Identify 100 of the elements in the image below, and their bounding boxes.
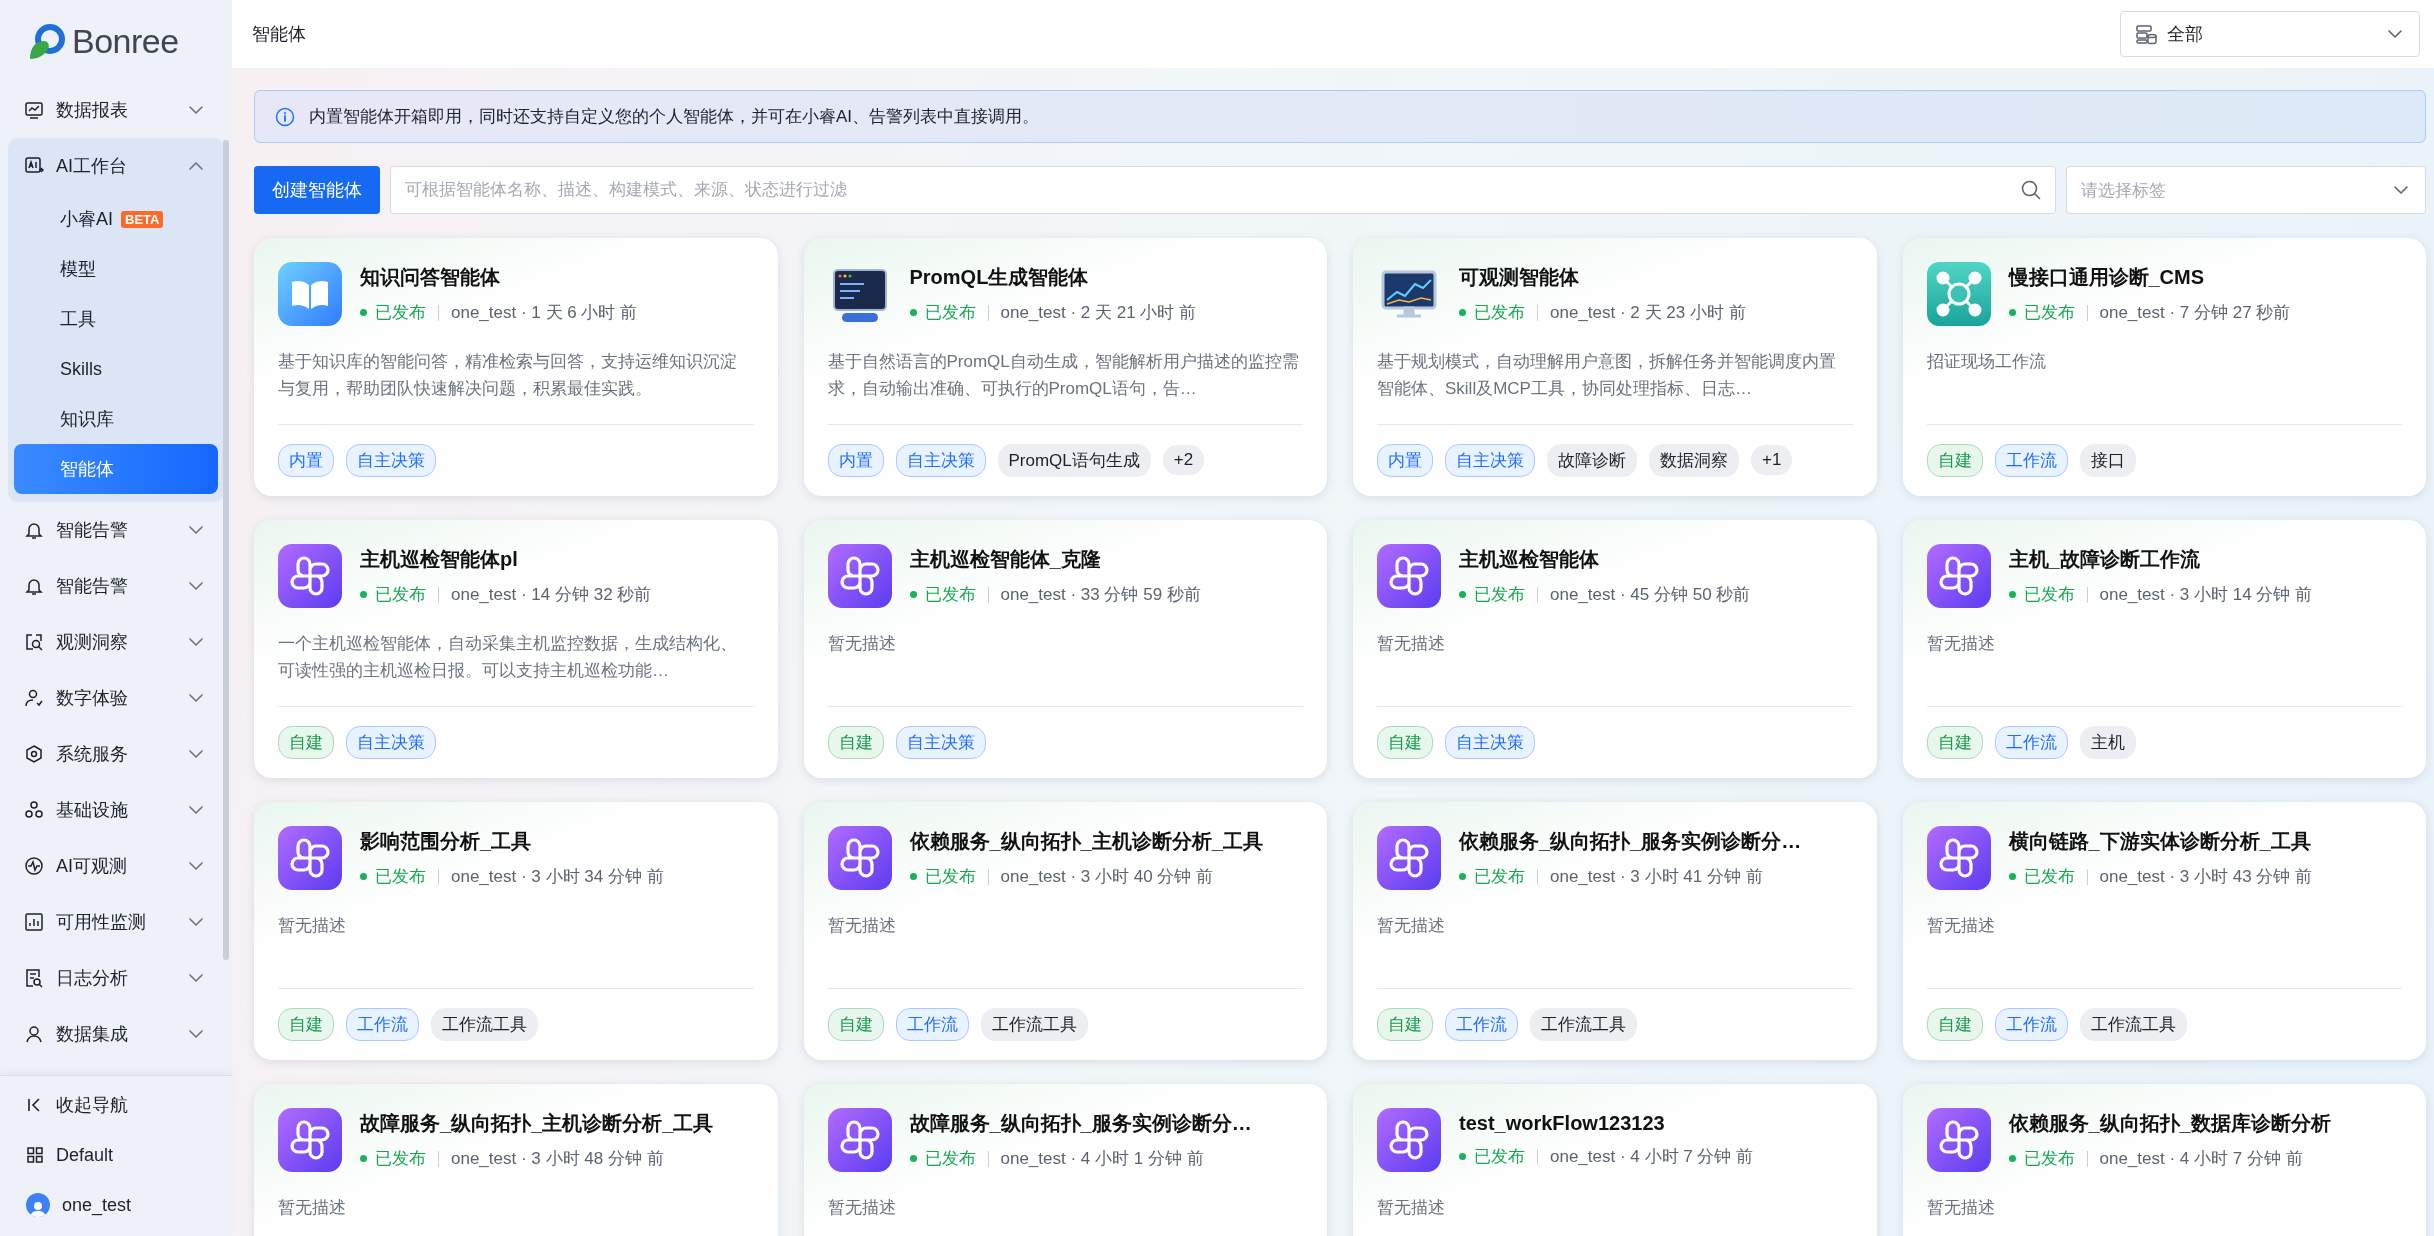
workflow-icon <box>1926 826 1991 890</box>
card-description: 基于规划模式，自动理解用户意图，拆解任务并智能调度内置智能体、Skill及MCP工具，协同处理指标、日志… <box>1377 351 1837 400</box>
nav-subitem[interactable]: Skills <box>14 344 218 394</box>
agent-card[interactable]: test_workFlow123123 已发布 one_test · 4 小时 7 分钟 前 暂无描述 <box>1353 1084 1877 1236</box>
tag: 工作流 <box>1994 725 2068 759</box>
nav-item[interactable]: 数据集成 <box>8 1006 224 1062</box>
status-dot <box>360 1155 367 1162</box>
workflow-icon <box>827 544 892 608</box>
nav-item[interactable]: 观测洞察 <box>8 614 224 670</box>
status-text: 已发布 <box>2023 584 2075 606</box>
card-title: PromQL生成智能体 <box>909 265 1090 290</box>
agent-card[interactable]: 可观测智能体 已发布 one_test · 2 天 23 小时 前 基于规划模式，自动理解用户意图，拆解任务并智能调度内置智能体、Skill及MCP工具，协同处理指标、日志… 内置 自主决策 故障诊断 数据洞察 +1 <box>1353 238 1877 496</box>
status-dot <box>909 591 917 598</box>
logo-text: Bonree <box>72 21 179 61</box>
collapse-nav-button[interactable]: 收起导航 <box>8 1080 224 1130</box>
card-description: 暂无描述 <box>278 915 347 937</box>
banner-text: 内置智能体开箱即用，同时还支持自定义您的个人智能体，并可在小睿AI、告警列表中直接调用。 <box>309 106 1040 128</box>
nav-item[interactable]: 数据报表 <box>8 82 224 138</box>
tag: 自建 <box>278 1007 334 1041</box>
tag: 自建 <box>1926 1007 1983 1041</box>
agent-card[interactable]: 主机_故障诊断工作流 已发布 one_test · 3 小时 14 分钟 前 暂无描述 自建 工作流 主机 <box>1902 520 2426 778</box>
card-description: 暂无描述 <box>1926 1197 1996 1219</box>
search-field[interactable]: 可根据智能体名称、描述、构建模式、来源、状态进行过滤 <box>390 166 2056 214</box>
user-menu[interactable]: one_test <box>8 1180 224 1230</box>
card-title: 慢接口通用诊断_CMS <box>2008 265 2206 290</box>
card-title: 主机_故障诊断工作流 <box>2008 547 2201 572</box>
book-icon <box>278 262 342 326</box>
agent-card[interactable]: 依赖服务_纵向拓扑_服务实例诊断分… 已发布 one_test · 3 小时 41 分钟 前 暂无描述 自建 工作流 工作流工具 <box>1353 802 1877 1060</box>
agent-card[interactable]: 知识问答智能体 已发布 one_test · 1 天 6 小时 前 基于知识库的智能问答，精准检索与回答，支持运维知识沉淀与复用，帮助团队快速解决问题，积累最佳实践。 内置 自主决策 <box>254 238 778 496</box>
pulse-icon <box>24 856 44 876</box>
tag: 自主决策 <box>895 725 986 759</box>
tag: 自主决策 <box>895 443 986 477</box>
info-icon <box>275 106 295 127</box>
nav-subitem[interactable]: 小睿AI BETA <box>14 194 218 244</box>
card-title: 依赖服务_纵向拓扑_主机诊断分析_工具 <box>909 829 1263 854</box>
status-text: 已发布 <box>1474 1146 1525 1168</box>
nav-subitem[interactable]: 知识库 <box>14 394 218 444</box>
agent-card[interactable]: 主机巡检智能体 已发布 one_test · 45 分钟 50 秒前 暂无描述 自建 自主决策 <box>1353 520 1877 778</box>
nav-item[interactable]: AI可观测 <box>8 838 224 894</box>
card-title: test_workFlow123123 <box>1459 1112 1666 1135</box>
agent-card[interactable]: 故障服务_纵向拓扑_主机诊断分析_工具 已发布 one_test · 3 小时 48 分钟 前 暂无描述 <box>254 1084 778 1236</box>
nav-item[interactable]: 智能告警 <box>8 502 224 558</box>
agent-card[interactable]: 故障服务_纵向拓扑_服务实例诊断分… 已发布 one_test · 4 小时 1 分钟 前 暂无描述 <box>803 1084 1327 1236</box>
status-dot <box>1459 873 1466 880</box>
card-meta: one_test · 1 天 6 小时 前 <box>451 302 638 324</box>
agent-card[interactable]: 依赖服务_纵向拓扑_主机诊断分析_工具 已发布 one_test · 3 小时 40 分钟 前 暂无描述 自建 工作流 工作流工具 <box>803 802 1327 1060</box>
nav-item[interactable]: AI工作台 <box>8 138 224 194</box>
card-title: 横向链路_下游实体诊断分析_工具 <box>2008 829 2312 854</box>
nav-item[interactable]: 系统服务 <box>8 726 224 782</box>
nav-item[interactable]: 日志分析 <box>8 950 224 1006</box>
tag: 自建 <box>1926 725 1983 759</box>
database-icon <box>2135 23 2157 45</box>
status-dot <box>909 873 917 880</box>
card-meta: one_test · 45 分钟 50 秒前 <box>1550 584 1751 606</box>
document-icon <box>24 968 44 988</box>
tag: 工作流工具 <box>980 1007 1088 1041</box>
tag: +1 <box>1751 445 1793 475</box>
tag: 自主决策 <box>346 443 436 477</box>
card-meta: one_test · 2 天 23 小时 前 <box>1550 302 1746 324</box>
workflow-icon <box>278 826 342 890</box>
tag: 自主决策 <box>1445 725 1535 759</box>
status-dot <box>1459 309 1466 316</box>
agent-card[interactable]: 主机巡检智能体_克隆 已发布 one_test · 33 分钟 59 秒前 暂无描述 自建 自主决策 <box>803 520 1327 778</box>
card-meta: one_test · 3 小时 48 分钟 前 <box>451 1148 664 1170</box>
card-description: 招证现场工作流 <box>1926 351 2047 373</box>
create-agent-button[interactable]: 创建智能体 <box>254 166 380 214</box>
nav-item[interactable]: 智能告警 <box>8 558 224 614</box>
tag: 内置 <box>827 443 884 477</box>
network-icon <box>1926 262 1991 326</box>
card-description: 暂无描述 <box>1377 1197 1446 1219</box>
workflow-icon <box>1926 1108 1991 1172</box>
nav-subitem[interactable]: 工具 <box>14 294 218 344</box>
scrollbar[interactable] <box>223 140 229 960</box>
card-meta: one_test · 14 分钟 32 秒前 <box>451 584 652 606</box>
workspace-button[interactable]: Default <box>8 1130 224 1180</box>
nav-subitem[interactable]: 智能体 <box>14 444 218 494</box>
bell-icon <box>24 520 44 540</box>
tag: 内置 <box>1377 443 1433 477</box>
agent-card[interactable]: 慢接口通用诊断_CMS 已发布 one_test · 7 分钟 27 秒前 招证现场工作流 自建 工作流 接口 <box>1902 238 2426 496</box>
agent-card[interactable]: 横向链路_下游实体诊断分析_工具 已发布 one_test · 3 小时 43 分钟 前 暂无描述 自建 工作流 工作流工具 <box>1902 802 2426 1060</box>
card-description: 暂无描述 <box>827 1197 897 1219</box>
status-text: 已发布 <box>1474 866 1525 888</box>
card-title: 知识问答智能体 <box>360 265 501 290</box>
status-text: 已发布 <box>375 866 426 888</box>
card-meta: one_test · 7 分钟 27 秒前 <box>2099 302 2291 324</box>
nav-item[interactable]: 基础设施 <box>8 782 224 838</box>
bell-icon <box>24 576 44 596</box>
status-dot <box>909 309 917 316</box>
agent-card[interactable]: 主机巡检智能体pl 已发布 one_test · 14 分钟 32 秒前 一个主机巡检智能体，自动采集主机监控数据，生成结构化、可读性强的主机巡检日报。可以支持主机巡检功能… 自建 自主决策 <box>254 520 778 778</box>
status-text: 已发布 <box>1474 302 1525 324</box>
agent-card[interactable]: 影响范围分析_工具 已发布 one_test · 3 小时 34 分钟 前 暂无描述 自建 工作流 工作流工具 <box>254 802 778 1060</box>
nav-item[interactable]: 可用性监测 <box>8 894 224 950</box>
page-title: 智能体 <box>252 23 306 46</box>
nav-item[interactable]: 数字体验 <box>8 670 224 726</box>
nav-subitem[interactable]: 模型 <box>14 244 218 294</box>
card-description: 基于自然语言的PromQL自动生成，智能解析用户描述的监控需求，自动输出准确、可执行的PromQL语句，告… <box>827 351 1300 400</box>
card-description: 暂无描述 <box>278 1197 347 1219</box>
agent-card[interactable]: PromQL生成智能体 已发布 one_test · 2 天 21 小时 前 基于自然语言的PromQL自动生成，智能解析用户描述的监控需求，自动输出准确、可执行的PromQL语句，告… 内置 自主决策 PromQL语句生成 +2 <box>803 238 1327 496</box>
scope-select[interactable]: 全部 <box>2120 11 2420 57</box>
agent-card[interactable]: 依赖服务_纵向拓扑_数据库诊断分析 已发布 one_test · 4 小时 7 分钟 前 暂无描述 <box>1902 1084 2426 1236</box>
